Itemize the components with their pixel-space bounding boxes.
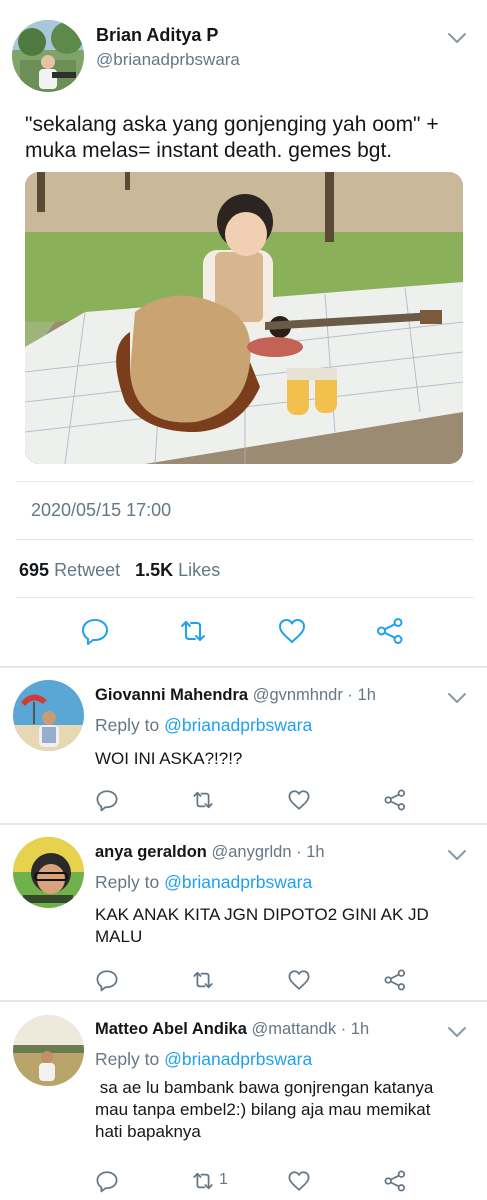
reply-author[interactable]: Matteo Abel Andika @mattandk · 1h — [95, 1020, 369, 1039]
reply-avatar[interactable] — [13, 1015, 84, 1086]
tweet-timestamp: 2020/05/15 17:00 — [31, 500, 172, 520]
reply-author-handle[interactable]: @anygrldn — [211, 843, 291, 861]
separator-dot: · — [296, 843, 302, 861]
retweet-icon[interactable] — [178, 616, 208, 646]
tweet-text: "sekalang aska yang gonjenging yah oom" … — [25, 112, 465, 164]
retweet-icon[interactable] — [191, 788, 215, 812]
chevron-down-icon[interactable] — [445, 686, 469, 710]
reply-time: 1h — [350, 1020, 370, 1038]
reply-author-name[interactable]: Giovanni Mahendra — [95, 686, 248, 704]
author-name[interactable]: Brian Aditya P — [96, 25, 218, 46]
share-icon[interactable] — [383, 968, 407, 992]
reply-icon[interactable] — [80, 616, 110, 646]
heart-icon[interactable] — [287, 788, 311, 812]
tweet-stats: 695 Retweet 1.5K Likes — [19, 560, 220, 581]
reply-author-handle[interactable]: @mattandk — [251, 1020, 336, 1038]
reply-to-label: Reply to — [95, 1049, 160, 1069]
separator-dot: · — [340, 1020, 347, 1038]
reply-text-line: mau tanpa embel2:) bilang aja mau memika… — [95, 1100, 431, 1119]
reply-icon[interactable] — [95, 1169, 119, 1193]
chevron-down-icon[interactable] — [445, 26, 469, 50]
reply-to-handle-link[interactable]: @brianadprbswara — [164, 872, 312, 892]
retweet-label[interactable]: Retweet — [54, 560, 120, 580]
reply-author-name[interactable]: anya geraldon — [95, 843, 207, 861]
reply-text: KAK ANAK KITA JGN DIPOTO2 GINI AK JD MAL… — [95, 904, 475, 948]
retweet-count: 1 — [219, 1171, 228, 1188]
reply-to-handle-link[interactable]: @brianadprbswara — [164, 715, 312, 735]
reply-avatar[interactable] — [13, 837, 84, 908]
share-icon[interactable] — [383, 1169, 407, 1193]
like-label[interactable]: Likes — [178, 560, 220, 580]
tweet-photo[interactable] — [25, 172, 463, 464]
share-icon[interactable] — [383, 788, 407, 812]
reply-text-line: KAK ANAK KITA JGN DIPOTO2 GINI AK JD — [95, 905, 429, 924]
reply-text-line: hati bapaknya — [95, 1122, 201, 1141]
reply-tweet[interactable]: Giovanni Mahendra @gvnmhndr · 1h Reply t… — [0, 668, 487, 824]
heart-icon[interactable] — [277, 616, 307, 646]
reply-to-label: Reply to — [95, 872, 160, 892]
reply-text-line: MALU — [95, 927, 143, 946]
reply-to-label: Reply to — [95, 715, 160, 735]
reply-to-line: Reply to @brianadprbswara — [95, 872, 312, 893]
reply-tweet[interactable]: anya geraldon @anygrldn · 1h Reply to @b… — [0, 825, 487, 1001]
divider — [16, 597, 474, 598]
reply-time: 1h — [357, 686, 376, 704]
reply-icon[interactable] — [95, 788, 119, 812]
reply-to-line: Reply to @brianadprbswara — [95, 1049, 312, 1070]
reply-author-name[interactable]: Matteo Abel Andika — [95, 1020, 247, 1038]
reply-author[interactable]: anya geraldon @anygrldn · 1h — [95, 843, 325, 862]
tweet-text-line: "sekalang aska yang gonjenging yah oom" … — [25, 113, 439, 136]
reply-tweet[interactable]: Matteo Abel Andika @mattandk · 1h Reply … — [0, 1002, 487, 1200]
like-count[interactable]: 1.5K — [135, 560, 173, 580]
reply-text: sa ae lu bambank bawa gonjrengan katanya… — [95, 1077, 479, 1143]
reply-to-handle-link[interactable]: @brianadprbswara — [164, 1049, 312, 1069]
reply-author-handle[interactable]: @gvnmhndr — [253, 686, 343, 704]
retweet-icon[interactable] — [191, 1169, 215, 1193]
chevron-down-icon[interactable] — [445, 1020, 469, 1044]
author-avatar[interactable] — [12, 20, 84, 92]
reply-icon[interactable] — [95, 968, 119, 992]
retweet-icon[interactable] — [191, 968, 215, 992]
share-icon[interactable] — [375, 616, 405, 646]
heart-icon[interactable] — [287, 968, 311, 992]
divider — [16, 481, 474, 482]
chevron-down-icon[interactable] — [445, 843, 469, 867]
tweet-text-line: muka melas= instant death. gemes bgt. — [25, 139, 393, 162]
reply-avatar[interactable] — [13, 680, 84, 751]
separator-dot: · — [347, 686, 353, 704]
main-tweet: Brian Aditya P @brianadprbswara "sekalan… — [0, 0, 487, 668]
reply-text-line: sa ae lu bambank bawa gonjrengan katanya — [95, 1078, 434, 1097]
reply-time: 1h — [306, 843, 325, 861]
heart-icon[interactable] — [287, 1169, 311, 1193]
retweet-count[interactable]: 695 — [19, 560, 49, 580]
author-handle[interactable]: @brianadprbswara — [96, 50, 240, 70]
reply-to-line: Reply to @brianadprbswara — [95, 715, 312, 736]
reply-text: WOI INI ASKA?!?!? — [95, 749, 243, 768]
divider — [16, 539, 474, 540]
reply-author[interactable]: Giovanni Mahendra @gvnmhndr · 1h — [95, 686, 376, 705]
